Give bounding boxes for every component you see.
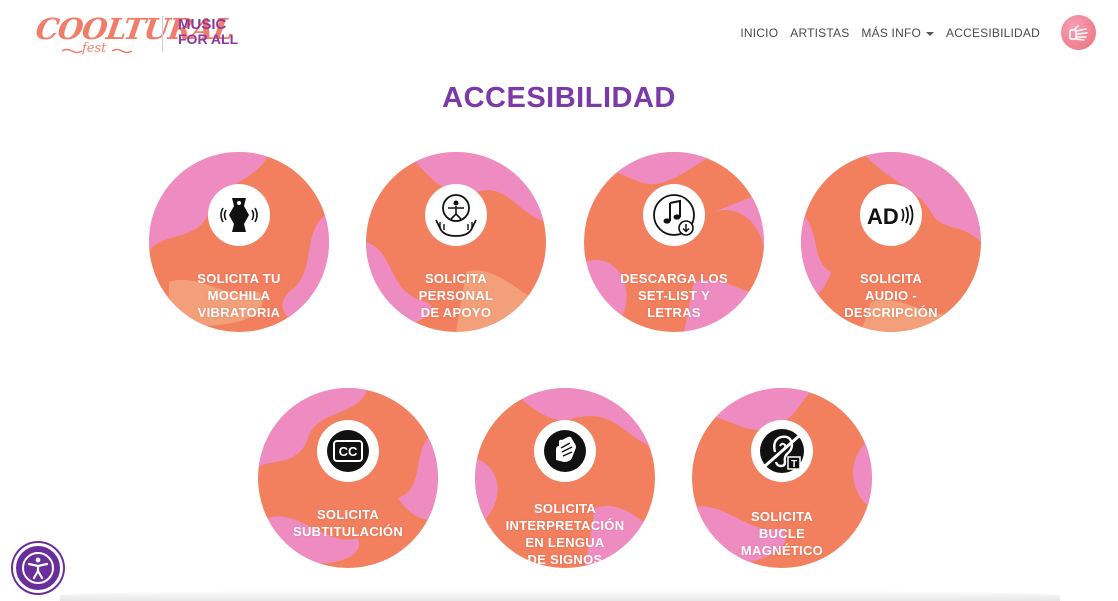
sign-language-icon-wrap (534, 420, 596, 482)
site-header: COOLTURAL fest MUSIC FOR ALL INICIO ARTI… (0, 0, 1118, 70)
sign-language-button[interactable] (1061, 15, 1096, 50)
service-setlist-download[interactable]: DESCARGA LOS SET-LIST Y LETRAS (584, 152, 764, 332)
music-download-icon-wrap (643, 184, 705, 246)
cooltural-fest-logo[interactable]: COOLTURAL fest (34, 10, 235, 58)
accessibility-person-icon (22, 552, 54, 584)
hearing-loop-icon: T (760, 429, 804, 473)
service-label-line: SOLICITA (424, 271, 488, 286)
vibrating-backpack-icon-wrap (208, 184, 270, 246)
service-label: SOLICITA TU MOCHILA VIBRATORIA (159, 270, 319, 321)
chevron-down-icon (926, 31, 935, 36)
page-title: ACCESIBILIDAD (442, 82, 676, 114)
service-label-line: DESCARGA LOS (620, 271, 728, 286)
sign-language-hand-icon (1068, 24, 1088, 41)
service-label-line: SOLICITA (859, 271, 923, 286)
service-hearing-loop[interactable]: T SOLICITA BUCLE MAGNÉTICO (692, 388, 872, 568)
closed-caption-icon-wrap: CC (317, 420, 379, 482)
logo-sub: fest (82, 41, 107, 56)
music-for-all-logo[interactable]: MUSIC FOR ALL (178, 17, 238, 47)
service-vibrating-backpack[interactable]: SOLICITA TU MOCHILA VIBRATORIA (149, 152, 329, 332)
audio-description-icon: AD (867, 204, 914, 229)
page-bottom-edge (60, 590, 1060, 601)
nav-item-accesibilidad[interactable]: ACCESIBILIDAD (940, 26, 1046, 40)
service-sign-language[interactable]: SOLICITA INTERPRETACIÓN EN LENGUA DE SIG… (475, 388, 655, 568)
service-label-line: EN LENGUA (525, 535, 605, 550)
t-badge-text: T (791, 459, 797, 470)
logo-divider (162, 16, 163, 52)
service-label: SOLICITA SUBTITULACIÓN (268, 506, 428, 540)
service-label-line: SOLICITA (316, 507, 380, 522)
cc-badge-text: CC (339, 444, 358, 459)
service-label-line: AUDIO - (865, 288, 917, 303)
service-label: SOLICITA BUCLE MAGNÉTICO (702, 508, 862, 559)
service-label-line: DESCRIPCIÓN (844, 305, 938, 320)
nav-item-artistas[interactable]: ARTISTAS (784, 26, 855, 40)
service-label-line: SOLICITA TU (197, 271, 281, 286)
nav-item-mas-info-label: MÁS INFO (861, 26, 922, 40)
ad-badge-text: AD (867, 204, 899, 229)
service-label: SOLICITA AUDIO - DESCRIPCIÓN (811, 270, 971, 321)
vibrating-backpack-icon (220, 198, 258, 232)
service-label-line: DE SIGNOS (527, 552, 603, 567)
service-label: SOLICITA INTERPRETACIÓN EN LENGUA DE SIG… (485, 500, 645, 568)
music-line1: MUSIC (178, 16, 227, 33)
service-label-line: VIBRATORIA (197, 305, 281, 320)
music-download-icon (653, 194, 695, 236)
service-label-line: INTERPRETACIÓN (505, 518, 625, 533)
service-audio-description[interactable]: AD SOLICITA AUDIO - DESCRIPCIÓN (801, 152, 981, 332)
sign-language-icon (544, 430, 586, 472)
service-subtitles[interactable]: CC SOLICITA SUBTITULACIÓN (258, 388, 438, 568)
nav-item-inicio[interactable]: INICIO (734, 26, 784, 40)
service-label-line: MAGNÉTICO (740, 543, 824, 558)
support-staff-icon-wrap (425, 184, 487, 246)
service-label-line: SOLICITA (533, 501, 597, 516)
service-label-line: PERSONAL (418, 288, 494, 303)
nav-item-mas-info[interactable]: MÁS INFO (855, 26, 940, 40)
service-label-line: DE APOYO (420, 305, 492, 320)
service-support-staff[interactable]: SOLICITA PERSONAL DE APOYO (366, 152, 546, 332)
hearing-loop-icon-wrap: T (751, 420, 813, 482)
service-label-line: MOCHILA (207, 288, 271, 303)
service-label-line: LETRAS (647, 305, 701, 320)
service-label-line: SOLICITA (750, 509, 814, 524)
service-label-line: SET-LIST Y (637, 288, 711, 303)
service-label: SOLICITA PERSONAL DE APOYO (376, 270, 536, 321)
accessibility-menu-button[interactable] (13, 543, 63, 593)
service-label-line: SUBTITULACIÓN (292, 524, 404, 539)
service-label-line: BUCLE (758, 526, 806, 541)
service-label: DESCARGA LOS SET-LIST Y LETRAS (594, 270, 754, 321)
music-line2: FOR ALL (178, 31, 239, 47)
main-nav: INICIO ARTISTAS MÁS INFO ACCESIBILIDAD (734, 26, 1046, 40)
closed-caption-icon: CC (327, 430, 369, 472)
audio-description-icon-wrap: AD (860, 184, 922, 246)
support-staff-icon (435, 194, 477, 237)
